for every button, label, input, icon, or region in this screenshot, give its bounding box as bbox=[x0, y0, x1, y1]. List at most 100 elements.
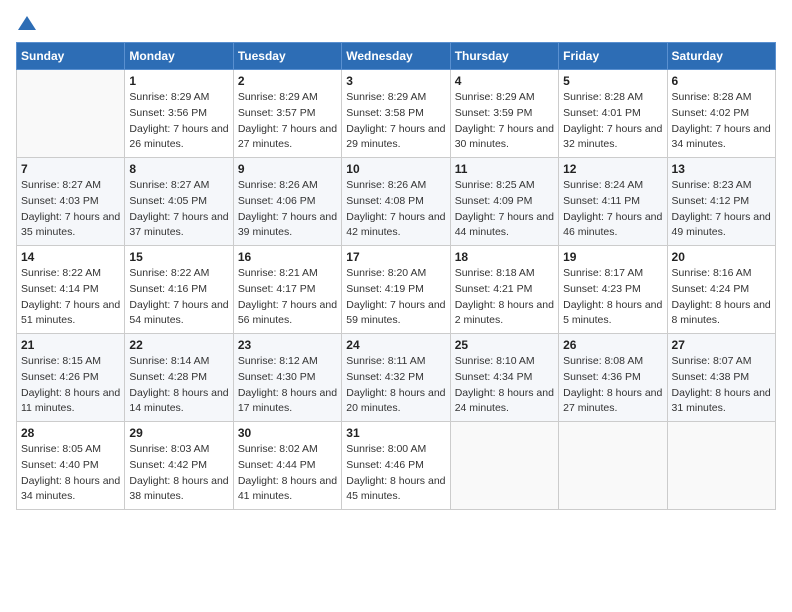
calendar-header-thursday: Thursday bbox=[450, 43, 558, 70]
calendar-week-row: 14 Sunrise: 8:22 AMSunset: 4:14 PMDayligh… bbox=[17, 246, 776, 334]
calendar-cell: 18 Sunrise: 8:18 AMSunset: 4:21 PMDayligh… bbox=[450, 246, 558, 334]
calendar-table: SundayMondayTuesdayWednesdayThursdayFrid… bbox=[16, 42, 776, 510]
day-info: Sunrise: 8:27 AMSunset: 4:05 PMDaylight:… bbox=[129, 178, 228, 241]
day-number: 28 bbox=[21, 426, 120, 440]
day-info: Sunrise: 8:02 AMSunset: 4:44 PMDaylight:… bbox=[238, 442, 337, 505]
day-number: 20 bbox=[672, 250, 771, 264]
calendar-cell: 29 Sunrise: 8:03 AMSunset: 4:42 PMDayligh… bbox=[125, 422, 233, 510]
calendar-cell: 11Sunrise: 8:25 AMSunset: 4:09 PMDayligh… bbox=[450, 158, 558, 246]
day-info: Sunrise: 8:15 AMSunset: 4:26 PMDaylight:… bbox=[21, 354, 120, 417]
calendar-cell: 25 Sunrise: 8:10 AMSunset: 4:34 PMDayligh… bbox=[450, 334, 558, 422]
calendar-cell: 14 Sunrise: 8:22 AMSunset: 4:14 PMDayligh… bbox=[17, 246, 125, 334]
day-info: Sunrise: 8:26 AMSunset: 4:08 PMDaylight:… bbox=[346, 178, 445, 241]
calendar-cell: 13 Sunrise: 8:23 AMSunset: 4:12 PMDayligh… bbox=[667, 158, 775, 246]
calendar-cell: 20Sunrise: 8:16 AMSunset: 4:24 PMDayligh… bbox=[667, 246, 775, 334]
calendar-cell: 19Sunrise: 8:17 AMSunset: 4:23 PMDayligh… bbox=[559, 246, 667, 334]
day-number: 21 bbox=[21, 338, 120, 352]
day-number: 26 bbox=[563, 338, 662, 352]
logo-triangle-icon bbox=[18, 14, 36, 32]
day-number: 5 bbox=[563, 74, 662, 88]
calendar-cell: 1 Sunrise: 8:29 AMSunset: 3:56 PMDaylight… bbox=[125, 70, 233, 158]
calendar-header-row: SundayMondayTuesdayWednesdayThursdayFrid… bbox=[17, 43, 776, 70]
day-number: 6 bbox=[672, 74, 771, 88]
day-number: 10 bbox=[346, 162, 445, 176]
calendar-week-row: 7 Sunrise: 8:27 AMSunset: 4:03 PMDaylight… bbox=[17, 158, 776, 246]
day-number: 15 bbox=[129, 250, 228, 264]
day-number: 31 bbox=[346, 426, 445, 440]
calendar-cell: 30 Sunrise: 8:02 AMSunset: 4:44 PMDayligh… bbox=[233, 422, 341, 510]
calendar-header-monday: Monday bbox=[125, 43, 233, 70]
calendar-cell: 23 Sunrise: 8:12 AMSunset: 4:30 PMDayligh… bbox=[233, 334, 341, 422]
calendar-cell: 15 Sunrise: 8:22 AMSunset: 4:16 PMDayligh… bbox=[125, 246, 233, 334]
day-info: Sunrise: 8:12 AMSunset: 4:30 PMDaylight:… bbox=[238, 354, 337, 417]
calendar-cell: 8 Sunrise: 8:27 AMSunset: 4:05 PMDaylight… bbox=[125, 158, 233, 246]
day-number: 23 bbox=[238, 338, 337, 352]
calendar-cell: 28 Sunrise: 8:05 AMSunset: 4:40 PMDayligh… bbox=[17, 422, 125, 510]
calendar-cell bbox=[667, 422, 775, 510]
calendar-cell: 4 Sunrise: 8:29 AMSunset: 3:59 PMDaylight… bbox=[450, 70, 558, 158]
calendar-cell: 27 Sunrise: 8:07 AMSunset: 4:38 PMDayligh… bbox=[667, 334, 775, 422]
calendar-cell bbox=[450, 422, 558, 510]
day-info: Sunrise: 8:29 AMSunset: 3:57 PMDaylight:… bbox=[238, 90, 337, 153]
calendar-cell bbox=[559, 422, 667, 510]
day-info: Sunrise: 8:26 AMSunset: 4:06 PMDaylight:… bbox=[238, 178, 337, 241]
calendar-cell: 26 Sunrise: 8:08 AMSunset: 4:36 PMDayligh… bbox=[559, 334, 667, 422]
day-info: Sunrise: 8:17 AMSunset: 4:23 PMDaylight:… bbox=[563, 266, 662, 329]
calendar-cell: 31Sunrise: 8:00 AMSunset: 4:46 PMDayligh… bbox=[342, 422, 450, 510]
calendar-cell: 10 Sunrise: 8:26 AMSunset: 4:08 PMDayligh… bbox=[342, 158, 450, 246]
day-number: 3 bbox=[346, 74, 445, 88]
day-number: 9 bbox=[238, 162, 337, 176]
calendar-header-wednesday: Wednesday bbox=[342, 43, 450, 70]
calendar-cell: 21 Sunrise: 8:15 AMSunset: 4:26 PMDayligh… bbox=[17, 334, 125, 422]
calendar-cell: 7 Sunrise: 8:27 AMSunset: 4:03 PMDaylight… bbox=[17, 158, 125, 246]
day-number: 17 bbox=[346, 250, 445, 264]
calendar-header-tuesday: Tuesday bbox=[233, 43, 341, 70]
calendar-cell: 22Sunrise: 8:14 AMSunset: 4:28 PMDayligh… bbox=[125, 334, 233, 422]
day-number: 4 bbox=[455, 74, 554, 88]
calendar-week-row: 1 Sunrise: 8:29 AMSunset: 3:56 PMDaylight… bbox=[17, 70, 776, 158]
header bbox=[16, 16, 776, 32]
day-number: 7 bbox=[21, 162, 120, 176]
day-number: 27 bbox=[672, 338, 771, 352]
day-info: Sunrise: 8:29 AMSunset: 3:59 PMDaylight:… bbox=[455, 90, 554, 153]
day-info: Sunrise: 8:25 AMSunset: 4:09 PMDaylight:… bbox=[455, 178, 554, 241]
day-number: 14 bbox=[21, 250, 120, 264]
day-info: Sunrise: 8:03 AMSunset: 4:42 PMDaylight:… bbox=[129, 442, 228, 505]
day-number: 25 bbox=[455, 338, 554, 352]
day-number: 2 bbox=[238, 74, 337, 88]
day-number: 29 bbox=[129, 426, 228, 440]
day-info: Sunrise: 8:10 AMSunset: 4:34 PMDaylight:… bbox=[455, 354, 554, 417]
day-info: Sunrise: 8:28 AMSunset: 4:01 PMDaylight:… bbox=[563, 90, 662, 153]
calendar-cell: 16Sunrise: 8:21 AMSunset: 4:17 PMDayligh… bbox=[233, 246, 341, 334]
calendar-cell bbox=[17, 70, 125, 158]
day-number: 12 bbox=[563, 162, 662, 176]
day-info: Sunrise: 8:27 AMSunset: 4:03 PMDaylight:… bbox=[21, 178, 120, 241]
day-number: 18 bbox=[455, 250, 554, 264]
calendar-cell: 6 Sunrise: 8:28 AMSunset: 4:02 PMDaylight… bbox=[667, 70, 775, 158]
day-info: Sunrise: 8:29 AMSunset: 3:56 PMDaylight:… bbox=[129, 90, 228, 153]
day-info: Sunrise: 8:24 AMSunset: 4:11 PMDaylight:… bbox=[563, 178, 662, 241]
day-info: Sunrise: 8:08 AMSunset: 4:36 PMDaylight:… bbox=[563, 354, 662, 417]
calendar-header-saturday: Saturday bbox=[667, 43, 775, 70]
day-number: 8 bbox=[129, 162, 228, 176]
day-number: 1 bbox=[129, 74, 228, 88]
day-info: Sunrise: 8:07 AMSunset: 4:38 PMDaylight:… bbox=[672, 354, 771, 417]
calendar-cell: 17 Sunrise: 8:20 AMSunset: 4:19 PMDayligh… bbox=[342, 246, 450, 334]
day-info: Sunrise: 8:28 AMSunset: 4:02 PMDaylight:… bbox=[672, 90, 771, 153]
calendar-cell: 24Sunrise: 8:11 AMSunset: 4:32 PMDayligh… bbox=[342, 334, 450, 422]
day-info: Sunrise: 8:18 AMSunset: 4:21 PMDaylight:… bbox=[455, 266, 554, 329]
day-info: Sunrise: 8:20 AMSunset: 4:19 PMDaylight:… bbox=[346, 266, 445, 329]
day-number: 13 bbox=[672, 162, 771, 176]
calendar-cell: 3Sunrise: 8:29 AMSunset: 3:58 PMDaylight… bbox=[342, 70, 450, 158]
day-number: 22 bbox=[129, 338, 228, 352]
day-number: 30 bbox=[238, 426, 337, 440]
calendar-header-sunday: Sunday bbox=[17, 43, 125, 70]
day-info: Sunrise: 8:23 AMSunset: 4:12 PMDaylight:… bbox=[672, 178, 771, 241]
calendar-cell: 5 Sunrise: 8:28 AMSunset: 4:01 PMDaylight… bbox=[559, 70, 667, 158]
calendar-week-row: 21 Sunrise: 8:15 AMSunset: 4:26 PMDayligh… bbox=[17, 334, 776, 422]
calendar-cell: 12 Sunrise: 8:24 AMSunset: 4:11 PMDayligh… bbox=[559, 158, 667, 246]
logo bbox=[16, 16, 36, 32]
day-info: Sunrise: 8:22 AMSunset: 4:16 PMDaylight:… bbox=[129, 266, 228, 329]
day-info: Sunrise: 8:22 AMSunset: 4:14 PMDaylight:… bbox=[21, 266, 120, 329]
day-info: Sunrise: 8:05 AMSunset: 4:40 PMDaylight:… bbox=[21, 442, 120, 505]
